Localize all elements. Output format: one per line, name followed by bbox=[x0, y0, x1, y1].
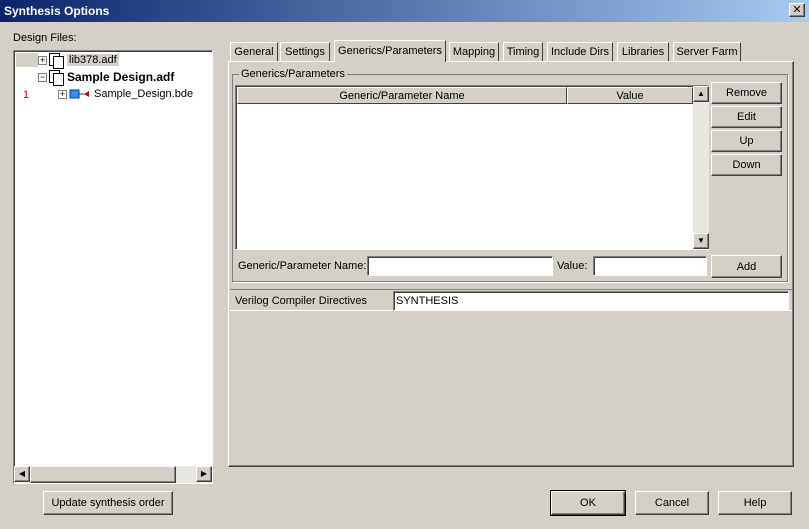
expand-icon[interactable]: + bbox=[58, 89, 67, 99]
generic-name-label: Generic/Parameter Name: bbox=[238, 260, 367, 272]
tree-horizontal-scrollbar[interactable]: ◀ ▶ bbox=[14, 466, 212, 483]
remove-button[interactable]: Remove bbox=[711, 82, 782, 104]
tree-item-sample-design-bde[interactable]: + Sample_Design.bde bbox=[58, 88, 193, 100]
verilog-directives-input[interactable]: SYNTHESIS bbox=[393, 291, 789, 311]
tab-timing[interactable]: Timing bbox=[503, 42, 543, 61]
design-files-label: Design Files: bbox=[13, 32, 77, 44]
tab-general[interactable]: General bbox=[230, 42, 278, 61]
scroll-up-icon[interactable]: ▲ bbox=[693, 86, 709, 102]
tree-item-label: Sample Design.adf bbox=[67, 70, 175, 84]
arrow-icon bbox=[84, 91, 89, 97]
block-diagram-icon bbox=[69, 89, 89, 99]
generic-name-input[interactable] bbox=[367, 256, 553, 276]
title-bar: Synthesis Options ✕ bbox=[0, 0, 809, 22]
add-button[interactable]: Add bbox=[711, 255, 782, 278]
scroll-thumb[interactable] bbox=[30, 466, 176, 483]
generic-value-label: Value: bbox=[557, 260, 588, 272]
tab-include-dirs[interactable]: Include Dirs bbox=[547, 42, 613, 61]
update-synthesis-order-button[interactable]: Update synthesis order bbox=[43, 491, 173, 515]
tab-server-farm[interactable]: Server Farm bbox=[673, 42, 741, 61]
tree-item-label: Sample_Design.bde bbox=[94, 88, 194, 100]
window-title: Synthesis Options bbox=[4, 4, 110, 18]
collapse-icon[interactable]: − bbox=[38, 72, 47, 82]
generic-value-input[interactable] bbox=[593, 256, 707, 276]
tree-item-label: lib378.adf bbox=[67, 54, 119, 66]
tab-libraries[interactable]: Libraries bbox=[617, 42, 669, 61]
tree-item-number: 1 bbox=[23, 89, 30, 101]
file-stack-icon bbox=[49, 53, 64, 69]
column-header-value[interactable]: Value bbox=[567, 87, 693, 104]
help-button[interactable]: Help bbox=[718, 491, 792, 515]
scroll-left-icon[interactable]: ◀ bbox=[14, 466, 30, 482]
scroll-down-icon[interactable]: ▼ bbox=[693, 233, 709, 249]
up-button[interactable]: Up bbox=[711, 130, 782, 152]
design-files-tree[interactable] bbox=[13, 50, 213, 484]
close-icon: ✕ bbox=[792, 4, 802, 16]
cancel-button[interactable]: Cancel bbox=[635, 491, 709, 515]
generics-group-title: Generics/Parameters bbox=[239, 68, 347, 80]
tab-settings[interactable]: Settings bbox=[280, 42, 330, 61]
list-vertical-scrollbar[interactable]: ▲ ▼ bbox=[693, 86, 709, 249]
scroll-right-icon[interactable]: ▶ bbox=[196, 466, 212, 482]
file-stack-icon bbox=[49, 70, 64, 86]
generics-list[interactable] bbox=[235, 85, 709, 250]
column-header-name[interactable]: Generic/Parameter Name bbox=[237, 87, 567, 104]
expand-icon[interactable]: + bbox=[38, 55, 47, 65]
tree-row-gutter bbox=[16, 53, 38, 67]
tree-item-sample-design-adf[interactable]: − Sample Design.adf bbox=[38, 70, 175, 86]
tab-mapping[interactable]: Mapping bbox=[449, 42, 499, 61]
ok-button[interactable]: OK bbox=[550, 490, 626, 516]
tree-item-lib378[interactable]: + lib378.adf bbox=[38, 53, 119, 69]
close-button[interactable]: ✕ bbox=[789, 3, 805, 17]
verilog-directives-label: Verilog Compiler Directives bbox=[235, 295, 368, 307]
edit-button[interactable]: Edit bbox=[711, 106, 782, 128]
tab-generics-parameters[interactable]: Generics/Parameters bbox=[334, 40, 446, 62]
down-button[interactable]: Down bbox=[711, 154, 782, 176]
